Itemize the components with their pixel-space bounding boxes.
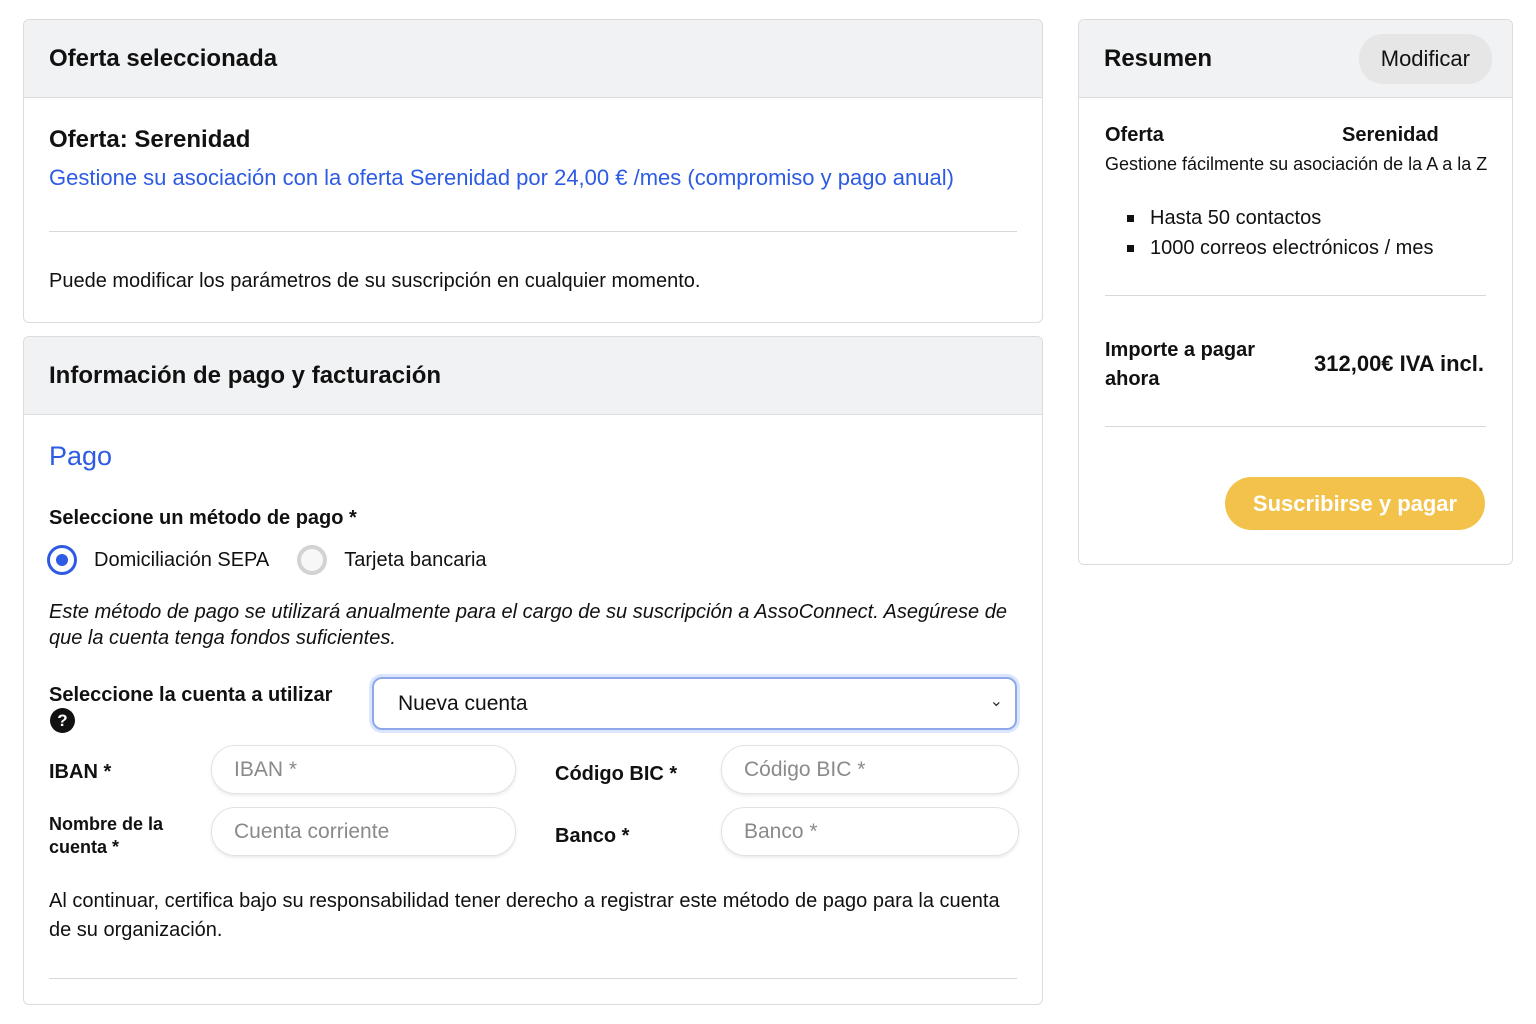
question-circle-icon[interactable]: ?	[50, 708, 75, 733]
account-name-input[interactable]: Cuenta corriente	[211, 807, 516, 856]
account-select-label: Seleccione la cuenta a utilizar	[49, 684, 333, 706]
feature-text: 1000 correos electrónicos / mes	[1150, 237, 1434, 259]
iban-label: IBAN *	[49, 761, 112, 783]
selected-offer-header: Oferta seleccionada	[24, 20, 1042, 98]
iban-input[interactable]: IBAN *	[211, 745, 516, 794]
chevron-down-icon: ⌄	[989, 693, 1003, 710]
summary-offer-label: Oferta	[1105, 124, 1164, 146]
bic-input[interactable]: Código BIC *	[721, 745, 1019, 794]
divider	[49, 978, 1017, 979]
account-select-value: Nueva cuenta	[398, 691, 528, 715]
account-name-placeholder: Cuenta corriente	[234, 819, 390, 843]
bic-label: Código BIC *	[555, 763, 678, 785]
radio-sepa[interactable]	[47, 545, 77, 575]
offer-title: Oferta: Serenidad	[49, 126, 251, 153]
bank-placeholder: Banco *	[744, 819, 818, 843]
payment-method-note: Este método de pago se utilizará anualme…	[49, 601, 1007, 649]
selected-offer-card: Oferta seleccionada Oferta: Serenidad Ge…	[23, 19, 1043, 323]
iban-placeholder: IBAN *	[234, 757, 298, 781]
bank-label: Banco *	[555, 825, 630, 847]
modify-button[interactable]: Modificar	[1358, 33, 1492, 84]
list-item: 1000 correos electrónicos / mes	[1127, 233, 1433, 263]
divider	[1105, 426, 1486, 427]
summary-header: Resumen Modificar	[1079, 20, 1512, 98]
account-select[interactable]: Nueva cuenta ⌄	[372, 677, 1017, 730]
payment-method-radio-group: Domiciliación SEPA Tarjeta bancaria	[47, 545, 515, 575]
payment-billing-card: Información de pago y facturación Pago S…	[23, 336, 1043, 1005]
divider	[1105, 295, 1486, 296]
payment-method-label: Seleccione un método de pago *	[49, 507, 357, 529]
list-item: Hasta 50 contactos	[1127, 203, 1433, 233]
payment-section-title: Pago	[49, 441, 113, 471]
summary-title: Resumen	[1104, 44, 1213, 72]
payment-billing-header: Información de pago y facturación	[24, 337, 1042, 415]
offer-description: Gestione su asociación con la oferta Ser…	[49, 165, 954, 190]
bic-placeholder: Código BIC *	[744, 757, 866, 781]
bullet-icon	[1127, 244, 1134, 252]
account-name-label: Nombre de la cuenta *	[49, 814, 164, 857]
offer-note: Puede modificar los parámetros de su sus…	[49, 270, 701, 292]
divider	[49, 231, 1017, 232]
feature-list: Hasta 50 contactos 1000 correos electrón…	[1127, 203, 1433, 263]
radio-card-label[interactable]: Tarjeta bancaria	[344, 549, 486, 572]
certification-text: Al continuar, certifica bajo su responsa…	[49, 890, 1000, 941]
bullet-icon	[1127, 214, 1134, 222]
summary-offer-value: Serenidad	[1342, 124, 1439, 146]
radio-sepa-label[interactable]: Domiciliación SEPA	[94, 549, 269, 572]
feature-text: Hasta 50 contactos	[1150, 207, 1322, 229]
amount-label: Importe a pagar ahora	[1105, 339, 1256, 390]
radio-card[interactable]	[297, 545, 328, 575]
summary-offer-description: Gestione fácilmente su asociación de la …	[1105, 154, 1488, 174]
subscribe-pay-button[interactable]: Suscribirse y pagar	[1225, 477, 1485, 530]
amount-value: 312,00€ IVA incl.	[1314, 351, 1484, 376]
bank-input[interactable]: Banco *	[721, 807, 1019, 856]
summary-card: Resumen Modificar Oferta Serenidad Gesti…	[1078, 19, 1513, 565]
